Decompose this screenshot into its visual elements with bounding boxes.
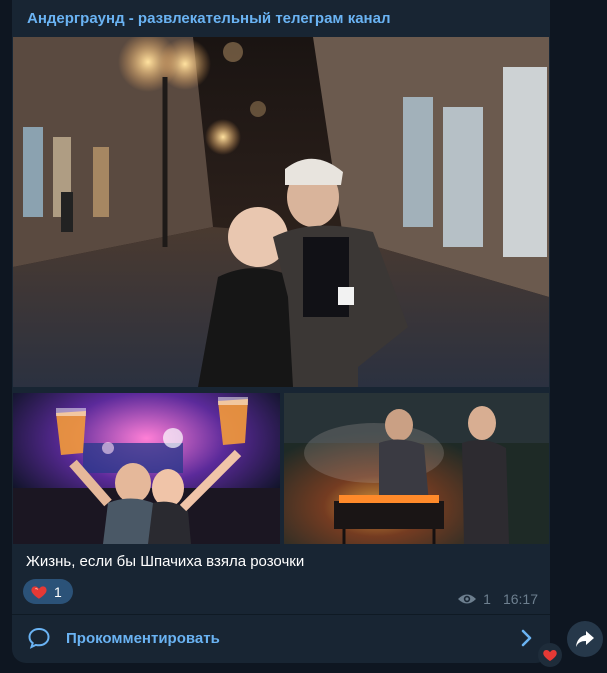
eye-icon <box>458 594 477 604</box>
channel-name[interactable]: Андерграунд - развлекательный телеграм к… <box>27 10 390 27</box>
post-caption: Жизнь, если бы Шпачиха взяла розочки <box>26 553 305 570</box>
reaction-pill[interactable]: 1 <box>23 579 73 604</box>
photo-concert[interactable] <box>13 393 280 544</box>
photo-barbecue[interactable] <box>284 393 549 544</box>
chevron-right-icon <box>521 629 532 647</box>
post-time: 16:17 <box>502 591 538 607</box>
comment-bubble-icon <box>28 627 50 649</box>
reaction-count: 1 <box>54 583 62 600</box>
share-button[interactable] <box>567 621 603 657</box>
post-meta: 1 16:17 <box>457 591 538 607</box>
comment-label: Прокомментировать <box>66 630 220 647</box>
comment-button[interactable]: Прокомментировать <box>12 615 550 663</box>
view-count: 1 <box>483 591 491 607</box>
floating-reaction[interactable] <box>538 643 562 667</box>
heart-icon <box>31 585 47 599</box>
share-arrow-icon <box>576 631 594 647</box>
channel-post-bubble: Андерграунд - развлекательный телеграм к… <box>12 0 550 663</box>
heart-icon <box>543 650 557 661</box>
photo-main[interactable] <box>13 37 549 387</box>
